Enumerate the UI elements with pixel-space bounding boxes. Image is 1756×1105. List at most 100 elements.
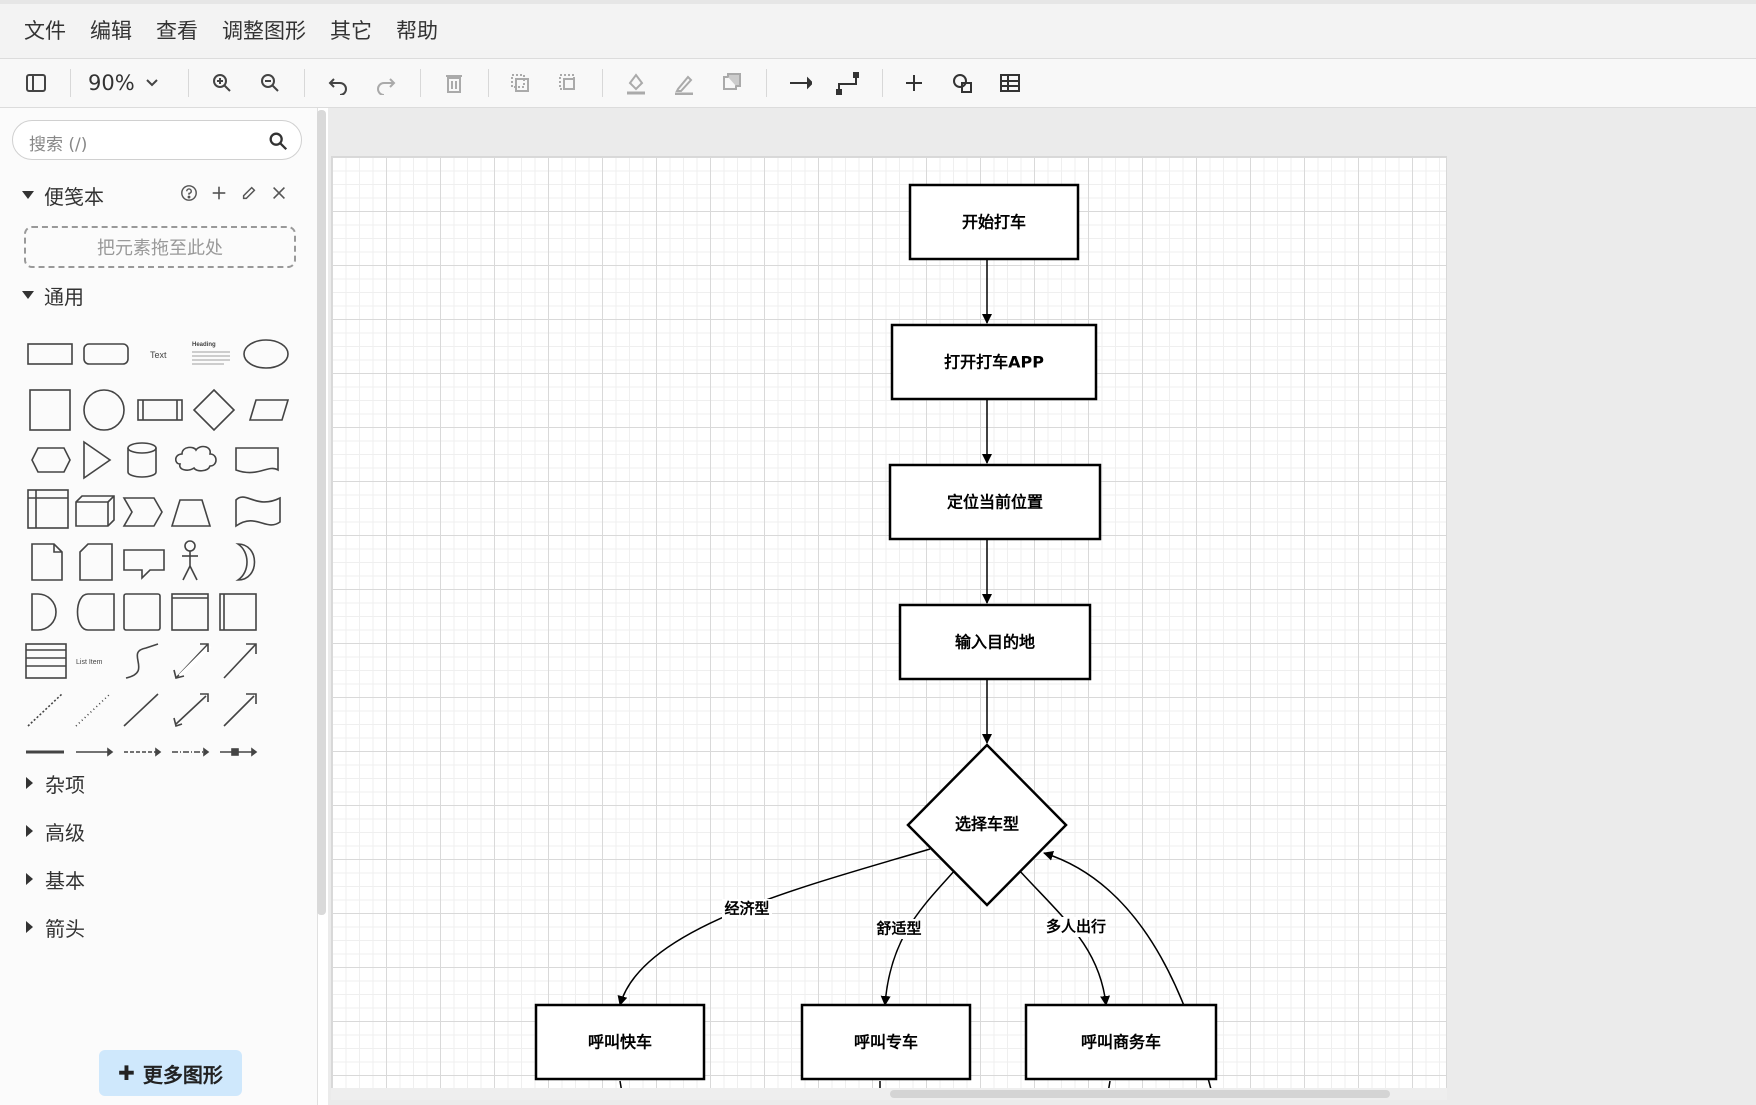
shape-swimlane[interactable] <box>171 593 209 631</box>
shape-triangle[interactable] <box>83 440 112 480</box>
more-shapes-button[interactable]: ✚ 更多图形 <box>99 1050 242 1096</box>
shape-data-storage[interactable] <box>76 593 115 631</box>
redo-icon[interactable] <box>368 65 404 101</box>
shape-textbox[interactable]: Heading <box>192 342 230 365</box>
shape-arrow[interactable] <box>223 643 257 679</box>
table-icon[interactable] <box>992 65 1028 101</box>
shape-list-item[interactable]: List Item <box>76 659 103 666</box>
scratchpad-title: 便笺本 <box>44 184 104 209</box>
shape-cube[interactable] <box>75 495 115 527</box>
edit-icon[interactable] <box>240 184 258 202</box>
shape-square[interactable] <box>29 389 71 431</box>
node-destination-label: 输入目的地 <box>955 633 1035 652</box>
help-icon[interactable] <box>180 184 198 202</box>
shadow-icon[interactable] <box>714 65 750 101</box>
menu-file[interactable]: 文件 <box>12 6 78 56</box>
shape-curve[interactable] <box>125 643 159 679</box>
shape-callout[interactable] <box>123 549 165 580</box>
shape-vertical-lane[interactable] <box>219 593 257 631</box>
misc-section-header[interactable]: 杂项 <box>22 768 85 798</box>
shape-diamond[interactable] <box>192 388 236 432</box>
shape-tape[interactable] <box>235 496 281 528</box>
general-section-title: 通用 <box>44 284 84 309</box>
search-input[interactable]: 搜索 (/) <box>12 120 302 160</box>
shape-internal-storage[interactable] <box>27 489 69 529</box>
shape-rectangle[interactable] <box>27 343 73 365</box>
expand-triangle-icon <box>22 291 34 299</box>
shape-ellipse[interactable] <box>243 339 289 369</box>
section-title: 高级 <box>45 820 85 845</box>
shape-parallelogram[interactable] <box>248 399 290 421</box>
shape-cylinder[interactable] <box>127 442 157 478</box>
sidebar-toggle-icon[interactable] <box>18 65 54 101</box>
to-back-icon[interactable] <box>550 65 586 101</box>
scratchpad-tools <box>180 184 288 202</box>
arrows-section-header[interactable]: 箭头 <box>22 912 85 942</box>
shape-container[interactable] <box>123 593 161 631</box>
general-section-header[interactable]: 通用 <box>22 280 84 310</box>
shape-actor[interactable] <box>182 540 198 581</box>
toolbar-separator <box>70 69 71 97</box>
shape-dashed-line[interactable] <box>27 693 63 727</box>
canvas-area[interactable]: 开始打车 打开打车APP 定位当前位置 输入目的地 选择车型 呼叫快车 呼叫专车… <box>328 108 1756 1105</box>
more-shapes-label: 更多图形 <box>142 1062 223 1087</box>
diagram-page[interactable]: 开始打车 打开打车APP 定位当前位置 输入目的地 选择车型 呼叫快车 呼叫专车… <box>331 156 1447 1093</box>
zoom-value: 90% <box>88 71 135 95</box>
shape-connector-3[interactable] <box>172 747 210 757</box>
shape-rounded-rectangle[interactable] <box>83 343 129 365</box>
search-placeholder: 搜索 (/) <box>29 135 88 155</box>
shape-line[interactable] <box>123 693 159 727</box>
delete-icon[interactable] <box>436 65 472 101</box>
section-title: 基本 <box>45 868 85 893</box>
close-icon[interactable] <box>270 184 288 202</box>
zoom-in-icon[interactable] <box>204 65 240 101</box>
expand-triangle-icon <box>22 191 34 199</box>
shape-note[interactable] <box>31 543 63 581</box>
shape-process[interactable] <box>137 399 183 421</box>
search-icon[interactable] <box>267 130 289 152</box>
connection-icon[interactable] <box>782 65 818 101</box>
scratchpad-dropzone[interactable]: 把元素拖至此处 <box>24 226 296 268</box>
shape-connector-4[interactable] <box>220 747 258 757</box>
insert-icon[interactable] <box>896 65 932 101</box>
zoom-select[interactable]: 90% <box>88 67 178 99</box>
app-window: 文件 编辑 查看 调整图形 其它 帮助 90% 搜索 (/) 便笺本 把元素拖至… <box>0 0 1756 1105</box>
shape-card[interactable] <box>79 543 113 581</box>
menu-arrange[interactable]: 调整图形 <box>210 6 318 56</box>
toolbar-separator <box>602 69 603 97</box>
shape-circle[interactable] <box>83 389 125 431</box>
shape-connector-2[interactable] <box>124 747 162 757</box>
section-title: 箭头 <box>45 916 85 941</box>
shape-bidirectional-arrow[interactable] <box>173 643 212 679</box>
shape-or[interactable] <box>235 543 256 581</box>
shape-text[interactable]: Text <box>150 350 167 360</box>
shape-and[interactable] <box>31 593 57 631</box>
shape-document[interactable] <box>235 447 279 474</box>
zoom-out-icon[interactable] <box>252 65 288 101</box>
shape-trapezoid[interactable] <box>170 499 212 527</box>
to-front-icon[interactable] <box>502 65 538 101</box>
undo-icon[interactable] <box>320 65 356 101</box>
shapes-icon[interactable] <box>944 65 980 101</box>
shape-hexagon[interactable] <box>31 447 71 473</box>
shape-connector-1[interactable] <box>76 747 114 757</box>
line-color-icon[interactable] <box>666 65 702 101</box>
waypoints-icon[interactable] <box>830 65 866 101</box>
shape-step[interactable] <box>122 497 163 527</box>
basic-section-header[interactable]: 基本 <box>22 864 85 894</box>
menu-edit[interactable]: 编辑 <box>78 6 144 56</box>
horizontal-scrollbar[interactable] <box>890 1090 1390 1098</box>
menu-view[interactable]: 查看 <box>144 6 210 56</box>
fill-color-icon[interactable] <box>618 65 654 101</box>
menu-extras[interactable]: 其它 <box>318 6 384 56</box>
shape-directional-connector[interactable] <box>223 693 257 727</box>
shape-dotted-line[interactable] <box>75 693 111 727</box>
scratchpad-header[interactable]: 便笺本 <box>22 180 104 210</box>
advanced-section-header[interactable]: 高级 <box>22 816 85 846</box>
sidebar-scrollbar[interactable] <box>317 110 326 915</box>
shape-list[interactable] <box>25 643 67 679</box>
shape-bidirectional-connector[interactable] <box>173 693 209 728</box>
shape-cloud[interactable] <box>174 445 217 472</box>
menu-help[interactable]: 帮助 <box>384 6 450 56</box>
add-icon[interactable] <box>210 184 228 202</box>
